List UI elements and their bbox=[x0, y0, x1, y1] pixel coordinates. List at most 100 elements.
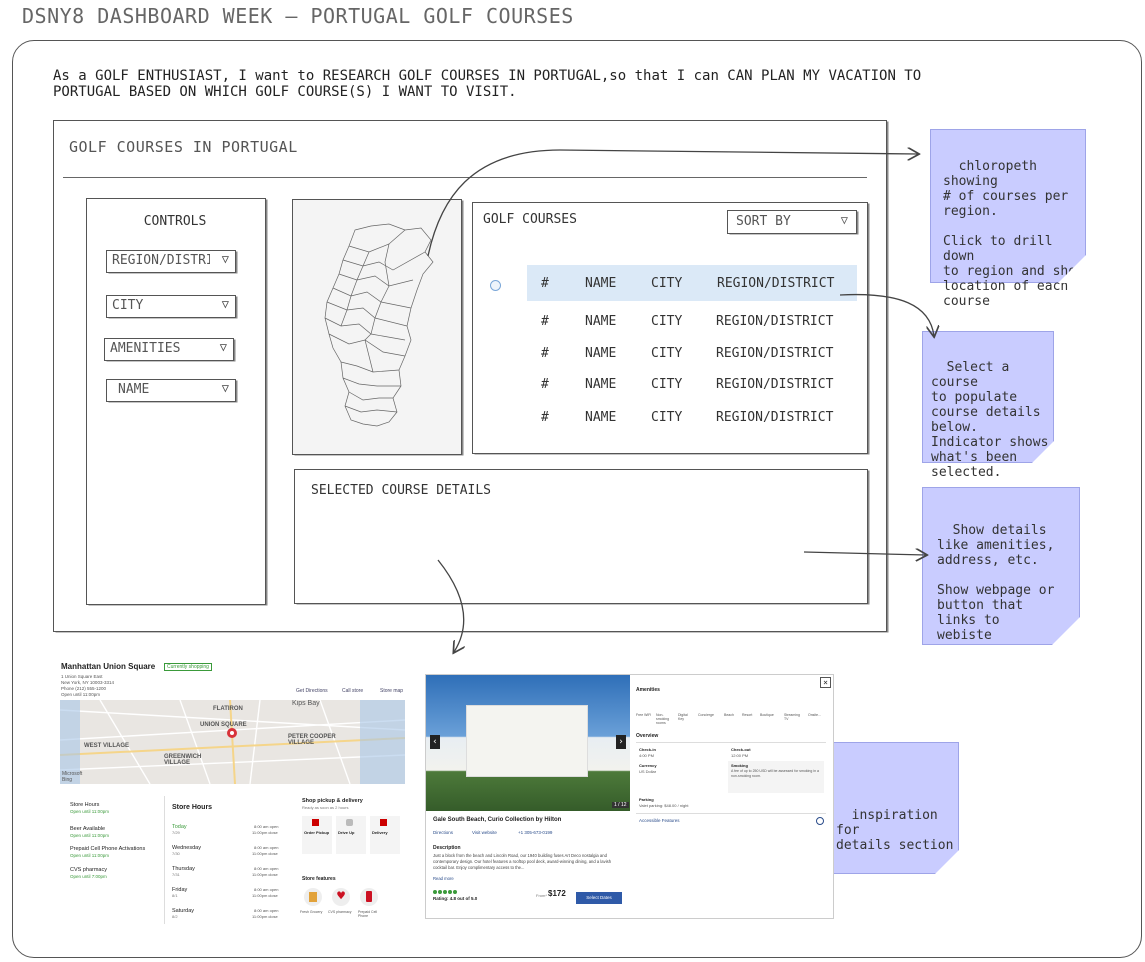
amenities-row: Free WiFi Non-smoking rooms Digital Key … bbox=[636, 699, 826, 729]
hotel-price: $172 bbox=[548, 889, 566, 898]
bag-icon bbox=[312, 819, 319, 826]
store-sidebar: Store Hours Open until 11:00pm Beer Avai… bbox=[60, 796, 165, 924]
map-label-bing: Microsoft Bing bbox=[62, 771, 83, 783]
grocery-bag-shape bbox=[309, 892, 317, 902]
store-badge: Currently shopping bbox=[164, 663, 212, 671]
store-action-call[interactable]: Call store bbox=[342, 688, 363, 694]
expand-icon[interactable] bbox=[816, 817, 824, 825]
map-label-flatiron: FLATIRON bbox=[213, 706, 243, 712]
grocery-icon bbox=[304, 888, 322, 906]
store-sidebar-status: Open until 7:00pm bbox=[70, 874, 107, 879]
hours-close: 11:00pm close bbox=[252, 830, 278, 835]
car-icon bbox=[346, 819, 353, 826]
store-action-directions[interactable]: Get Directions bbox=[296, 688, 328, 694]
store-address-1: 1 Union Square East bbox=[61, 674, 103, 679]
store-phone: Phone (212) 555-1200 bbox=[61, 686, 107, 691]
hours-open: 8:00 am open bbox=[254, 824, 279, 829]
inspiration-store-screenshot: Manhattan Union Square Currently shoppin… bbox=[60, 660, 405, 928]
chevron-right-icon[interactable]: › bbox=[616, 735, 626, 749]
description-title: Description bbox=[433, 845, 461, 851]
inspiration-hotel-screenshot: ‹ › 1 / 12 Gale South Beach, Curio Colle… bbox=[425, 674, 834, 919]
pickup-subtitle: Ready as soon as 2 hours bbox=[302, 805, 349, 810]
pickup-option-label: Order Pickup bbox=[304, 830, 330, 835]
map-label-greenwich: GREENWICH VILLAGE bbox=[164, 754, 202, 766]
phone-shape bbox=[366, 891, 372, 902]
amenity-label: Free WiFi bbox=[636, 713, 652, 717]
amenity-label: Onsite... bbox=[808, 713, 822, 717]
amenity-label: Digital Key bbox=[678, 713, 688, 721]
pickup-title: Shop pickup & delivery bbox=[302, 798, 363, 804]
pickup-option[interactable]: Delivery bbox=[370, 816, 400, 854]
photo-counter: 1 / 12 bbox=[612, 802, 629, 808]
pickup-option[interactable]: Order Pickup bbox=[302, 816, 332, 854]
features-title: Store features bbox=[302, 876, 336, 882]
feature-label: CVS pharmacy bbox=[328, 910, 352, 914]
hours-date: 8/2 bbox=[172, 914, 178, 919]
store-sidebar-item[interactable]: Beer Available bbox=[70, 826, 105, 832]
store-sidebar-status: Open until 11:00pm bbox=[70, 853, 109, 858]
amenity-label: Concierge bbox=[698, 713, 714, 717]
smoking-value: A fee of up to 250 USD will be assessed … bbox=[731, 769, 819, 778]
hours-open: 8:00 am open bbox=[254, 866, 279, 871]
map-label-west-village: WEST VILLAGE bbox=[84, 743, 129, 749]
feature-label: Fresh Grocery bbox=[300, 910, 323, 914]
map-label-kips-bay: Kips Bay bbox=[292, 700, 320, 707]
store-open: Open until 11:00pm bbox=[61, 692, 100, 697]
store-sidebar-item[interactable]: Prepaid Cell Phone Activations bbox=[70, 846, 145, 852]
amenity-label: Streaming TV bbox=[784, 713, 800, 721]
hours-close: 11:00pm close bbox=[252, 914, 278, 919]
store-hours: Store Hours Today 7/29 8:00 am open 11:0… bbox=[172, 796, 292, 924]
rating-dots bbox=[433, 890, 459, 894]
hotel-photo[interactable]: ‹ › 1 / 12 bbox=[426, 675, 630, 811]
delivery-icon bbox=[380, 819, 387, 826]
store-pickup: Shop pickup & delivery Ready as soon as … bbox=[300, 796, 405, 924]
read-more-link[interactable]: Read more bbox=[433, 876, 454, 881]
store-sidebar-status: Open until 11:00pm bbox=[70, 809, 109, 814]
store-sidebar-item[interactable]: CVS pharmacy bbox=[70, 867, 107, 873]
store-title: Manhattan Union Square bbox=[61, 662, 156, 671]
hours-date: 8/1 bbox=[172, 893, 178, 898]
hours-open: 8:00 am open bbox=[254, 845, 279, 850]
hours-date: 7/31 bbox=[172, 872, 180, 877]
store-action-map[interactable]: Store map bbox=[380, 688, 403, 694]
smoking-box: Smoking A fee of up to 250 USD will be a… bbox=[728, 761, 824, 793]
hotel-link-phone[interactable]: +1 305-673-0199 bbox=[518, 830, 552, 835]
chevron-left-icon[interactable]: ‹ bbox=[430, 735, 440, 749]
parking-value: Valet parking: $48.00 / night bbox=[639, 803, 689, 808]
hotel-description: Just a block from the beach and Lincoln … bbox=[433, 853, 612, 870]
checkout-label: Check-out bbox=[731, 747, 751, 752]
accessible-features-link[interactable]: Accessible Features bbox=[639, 818, 680, 823]
amenity-label: Boutique bbox=[760, 713, 774, 717]
hours-open: 8:00 am open bbox=[254, 887, 279, 892]
pickup-option[interactable]: Drive Up bbox=[336, 816, 366, 854]
store-hours-title: Store Hours bbox=[172, 804, 213, 811]
pickup-option-label: Drive Up bbox=[338, 830, 355, 835]
hours-date: 7/29 bbox=[172, 830, 180, 835]
hotel-building bbox=[466, 705, 588, 777]
arrow-inspiration bbox=[437, 559, 464, 652]
hours-close: 11:00pm close bbox=[252, 851, 278, 856]
hours-close: 11:00pm close bbox=[252, 872, 278, 877]
hotel-link-website[interactable]: Visit website bbox=[472, 830, 497, 835]
feature-label: Prepaid Cell Phone bbox=[358, 910, 378, 918]
price-label: From* bbox=[536, 893, 547, 898]
hotel-rating: Rating: 4.8 out of 5.0 bbox=[433, 896, 478, 901]
hotel-link-directions[interactable]: Directions bbox=[433, 830, 453, 835]
hotel-name: Gale South Beach, Curio Collection by Hi… bbox=[433, 817, 562, 823]
store-address-2: New York, NY 10003-3314 bbox=[61, 680, 114, 685]
overview-title: Overview bbox=[636, 733, 659, 739]
amenity-label: Resort bbox=[742, 713, 753, 717]
store-map: Kips Bay FLATIRON UNION SQUARE PETER COO… bbox=[60, 700, 405, 784]
amenity-label: Non-smoking rooms bbox=[656, 713, 670, 725]
arrow-map-note bbox=[427, 150, 918, 257]
close-icon[interactable]: × bbox=[820, 677, 831, 688]
map-label-peter-cooper: PETER COOPER VILLAGE bbox=[288, 734, 336, 746]
hours-open: 8:00 am open bbox=[254, 908, 279, 913]
pickup-option-label: Delivery bbox=[372, 830, 388, 835]
currency-label: Currency bbox=[639, 763, 657, 768]
store-sidebar-item[interactable]: Store Hours bbox=[70, 802, 99, 808]
select-dates-button[interactable]: Select Dates bbox=[576, 892, 622, 904]
arrow-details-note bbox=[803, 552, 926, 555]
hours-date: 7/30 bbox=[172, 851, 180, 856]
checkin-value: 4:00 PM bbox=[639, 753, 654, 758]
